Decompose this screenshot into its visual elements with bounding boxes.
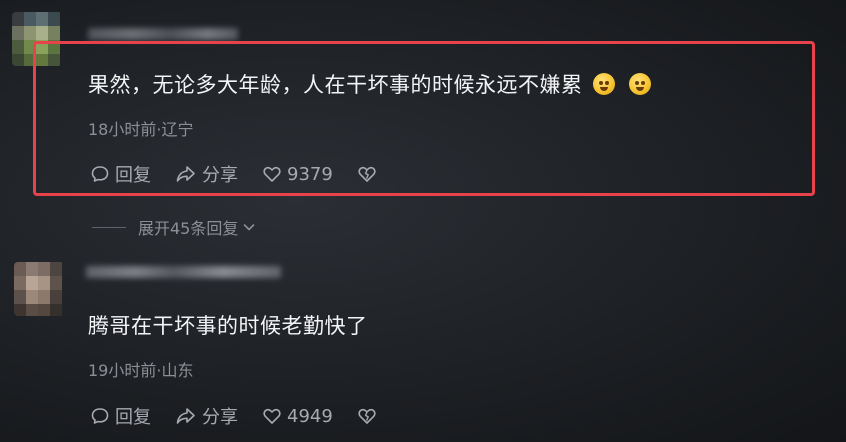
comment-meta: 19小时前·山东 [88, 361, 194, 380]
expand-replies-label: 展开45条回复 [138, 219, 239, 238]
share-arrow-icon [176, 408, 195, 424]
username-blurred[interactable] [88, 28, 238, 40]
comment-text: 腾哥在干坏事的时候老勤快了 [88, 310, 368, 340]
username-blurred[interactable] [86, 266, 281, 278]
reply-label: 回复 [115, 407, 151, 428]
expand-replies-button[interactable]: 展开45条回复 [92, 215, 256, 239]
comment-actions: 回复 分享 4949 [90, 403, 382, 429]
share-label: 分享 [202, 407, 238, 428]
reply-button[interactable]: 回复 [90, 403, 151, 429]
like-button[interactable]: 4949 [262, 406, 333, 427]
dislike-button[interactable] [357, 406, 382, 426]
heart-icon [263, 408, 281, 424]
divider [92, 226, 126, 228]
avatar[interactable] [14, 262, 64, 316]
comment-body: 腾哥在干坏事的时候老勤快了 [88, 314, 368, 338]
chevron-down-icon [244, 224, 255, 231]
like-count: 4949 [287, 405, 333, 427]
comment-bubble-icon [91, 408, 109, 424]
share-button[interactable]: 分享 [175, 403, 238, 429]
highlight-box [33, 41, 815, 196]
broken-heart-icon [358, 408, 376, 424]
